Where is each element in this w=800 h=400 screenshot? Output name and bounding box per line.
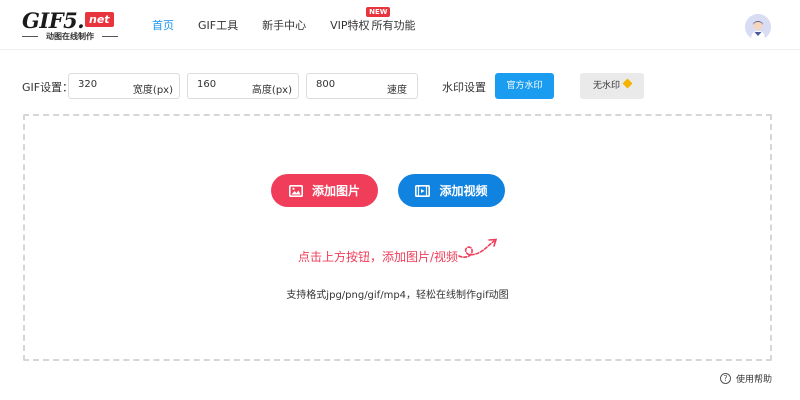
width-unit: 宽度(px) (132, 85, 173, 96)
watermark-settings-label: 水印设置 (442, 81, 486, 94)
speed-input[interactable] (316, 79, 366, 90)
user-avatar[interactable] (745, 14, 771, 40)
no-watermark-button[interactable]: 无水印 (580, 73, 644, 99)
add-video-button[interactable]: 添加视频 (398, 174, 505, 207)
width-field[interactable]: 宽度(px) (68, 73, 180, 99)
height-unit: 高度(px) (251, 85, 292, 96)
no-watermark-label: 无水印 (592, 81, 620, 91)
main-nav: 首页 GIF工具 新手中心 VIP特权 NEW 所有功能 (152, 0, 440, 50)
height-field[interactable]: 高度(px) (187, 73, 299, 99)
logo-text: GIF5. (22, 8, 85, 33)
speed-field[interactable]: 速度 (306, 73, 418, 99)
nav-item-home[interactable]: 首页 (152, 17, 174, 33)
width-input[interactable] (78, 79, 128, 90)
diamond-icon (622, 78, 633, 89)
logo-subtitle: 动图在线制作 (22, 31, 118, 42)
image-icon (288, 184, 303, 197)
top-header: GIF5. net 动图在线制作 首页 GIF工具 新手中心 VIP特权 NEW… (0, 0, 800, 50)
gif-settings-bar: GIF设置： 宽度(px) 高度(px) 速度 水印设置 官方水印 无水印 (0, 72, 800, 100)
upload-dropzone[interactable]: 添加图片 添加视频 点击上方按钮，添加图片/视频 支持格式jpg/png/gif… (23, 114, 772, 361)
official-watermark-button[interactable]: 官方水印 (495, 73, 554, 99)
speed-unit: 速度 (387, 85, 407, 96)
add-image-button[interactable]: 添加图片 (271, 174, 378, 207)
avatar-icon (745, 14, 771, 40)
add-image-label: 添加图片 (311, 184, 360, 198)
supported-formats-text: 支持格式jpg/png/gif/mp4，轻松在线制作gif动图 (286, 290, 509, 301)
nav-item-gif-tools[interactable]: GIF工具 (198, 17, 238, 33)
question-icon: ? (720, 373, 731, 384)
video-icon (415, 184, 431, 197)
help-link[interactable]: ? 使用帮助 (720, 372, 772, 385)
nav-item-beginner-center[interactable]: 新手中心 (262, 17, 306, 33)
nav-item-vip[interactable]: VIP特权 NEW (330, 7, 391, 33)
site-logo[interactable]: GIF5. net 动图在线制作 (22, 8, 122, 44)
nav-item-all-features[interactable]: 所有功能 (372, 17, 416, 33)
gif-settings-label: GIF设置： (22, 81, 74, 94)
new-badge: NEW (366, 7, 391, 17)
height-input[interactable] (197, 79, 247, 90)
help-label: 使用帮助 (736, 375, 773, 385)
add-video-label: 添加视频 (439, 184, 488, 198)
logo-badge: net (85, 12, 114, 27)
upload-hint: 点击上方按钮，添加图片/视频 (298, 250, 459, 264)
nav-item-vip-label: VIP特权 (330, 19, 370, 32)
swirl-arrow-icon (458, 238, 498, 258)
